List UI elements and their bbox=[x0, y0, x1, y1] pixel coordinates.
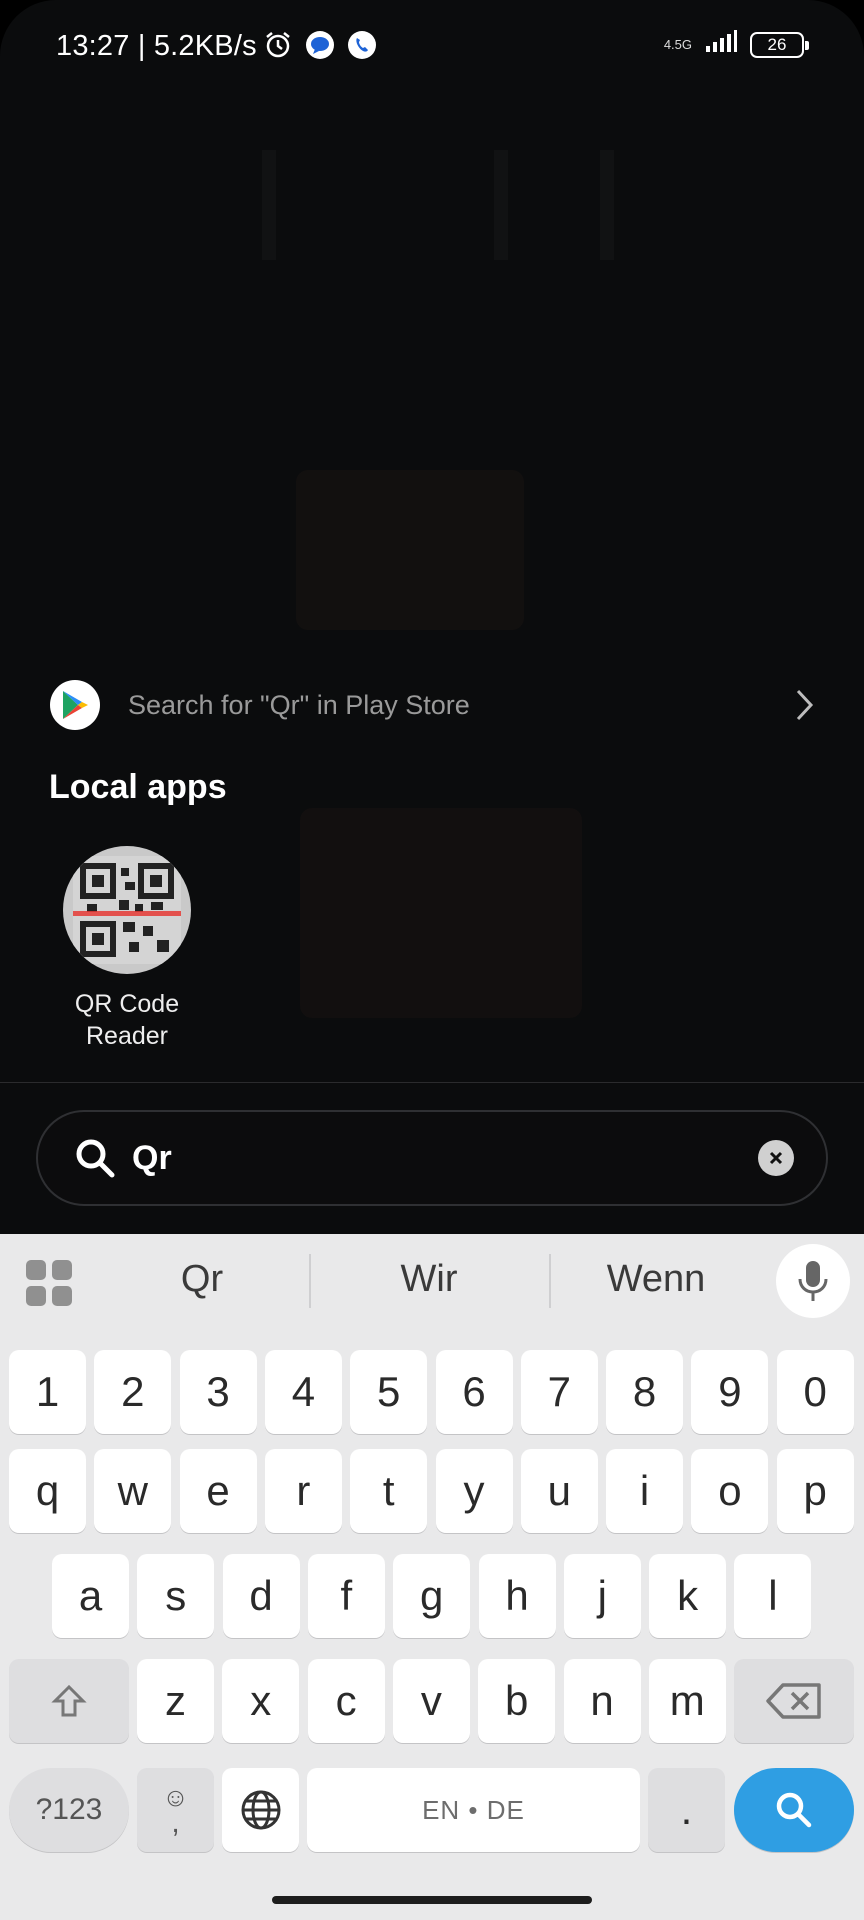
messages-icon bbox=[304, 29, 336, 61]
divider bbox=[0, 1082, 864, 1083]
key-0[interactable]: 0 bbox=[776, 1350, 854, 1434]
key-d[interactable]: d bbox=[222, 1554, 300, 1638]
symbols-key[interactable]: ?123 bbox=[9, 1768, 129, 1852]
suggestion-item[interactable]: Qr bbox=[102, 1258, 302, 1301]
language-key[interactable] bbox=[222, 1768, 299, 1852]
key-a[interactable]: a bbox=[52, 1554, 129, 1638]
search-icon bbox=[776, 1792, 812, 1828]
key-z[interactable]: z bbox=[137, 1659, 214, 1743]
comma-label: , bbox=[171, 1806, 180, 1839]
local-apps-title: Local apps bbox=[49, 768, 227, 806]
emoji-comma-key[interactable]: ☺, bbox=[137, 1768, 214, 1852]
play-store-search-text: Search for "Qr" in Play Store bbox=[128, 689, 470, 720]
key-x[interactable]: x bbox=[222, 1659, 300, 1743]
space-key[interactable]: EN • DE bbox=[307, 1768, 640, 1852]
wallpaper-decoration bbox=[296, 470, 524, 630]
chevron-right-icon bbox=[790, 685, 820, 725]
key-7[interactable]: 7 bbox=[520, 1350, 598, 1434]
keyboard: Qr Wir Wenn 1234567890 qwertyuiop asdfghjk… bbox=[0, 1234, 864, 1920]
app-qr-code-reader[interactable]: QR Code Reader bbox=[58, 846, 196, 1052]
home-indicator[interactable] bbox=[272, 1896, 592, 1904]
clear-search-button[interactable] bbox=[758, 1140, 794, 1176]
status-time: 13:27 | 5.2KB/s bbox=[56, 30, 257, 62]
divider bbox=[549, 1254, 551, 1308]
play-store-icon bbox=[50, 680, 100, 730]
key-h[interactable]: h bbox=[478, 1554, 556, 1638]
key-4[interactable]: 4 bbox=[264, 1350, 342, 1434]
key-p[interactable]: p bbox=[776, 1449, 854, 1533]
key-b[interactable]: b bbox=[478, 1659, 556, 1743]
globe-icon bbox=[241, 1790, 280, 1830]
network-label: 4.5G bbox=[663, 36, 692, 52]
wallpaper-decoration bbox=[600, 150, 614, 260]
app-label: QR Code Reader bbox=[74, 990, 180, 1050]
key-5[interactable]: 5 bbox=[350, 1350, 428, 1434]
key-g[interactable]: g bbox=[393, 1554, 471, 1638]
status-notification-icons bbox=[262, 29, 378, 61]
search-key[interactable] bbox=[734, 1768, 854, 1852]
shift-key[interactable] bbox=[9, 1659, 129, 1743]
key-s[interactable]: s bbox=[137, 1554, 215, 1638]
qr-code-reader-icon bbox=[63, 846, 191, 974]
wallpaper-decoration bbox=[300, 808, 582, 1018]
signal-icon bbox=[704, 30, 738, 59]
network-indicator: 4.5G bbox=[663, 36, 692, 52]
key-y[interactable]: y bbox=[435, 1449, 513, 1533]
key-m[interactable]: m bbox=[648, 1659, 726, 1743]
play-store-search-row[interactable]: Search for "Qr" in Play Store bbox=[50, 678, 820, 732]
key-2[interactable]: 2 bbox=[94, 1350, 172, 1434]
key-n[interactable]: n bbox=[563, 1659, 641, 1743]
key-q[interactable]: q bbox=[9, 1449, 86, 1533]
key-8[interactable]: 8 bbox=[606, 1350, 684, 1434]
key-j[interactable]: j bbox=[563, 1554, 641, 1638]
key-k[interactable]: k bbox=[649, 1554, 727, 1638]
key-9[interactable]: 9 bbox=[691, 1350, 769, 1434]
key-3[interactable]: 3 bbox=[179, 1350, 257, 1434]
period-key[interactable]: . bbox=[648, 1768, 725, 1852]
backspace-key[interactable] bbox=[734, 1659, 854, 1743]
status-system-icons: 4.5G 26 bbox=[663, 30, 809, 59]
alarm-icon bbox=[262, 29, 294, 61]
keyboard-menu-button[interactable] bbox=[26, 1260, 72, 1306]
status-bar: 13:27 | 5.2KB/s 4.5G 26 bbox=[0, 0, 864, 96]
phone-call-icon bbox=[346, 29, 378, 61]
key-c[interactable]: c bbox=[307, 1659, 385, 1743]
wallpaper-decoration bbox=[262, 150, 276, 260]
key-t[interactable]: t bbox=[350, 1449, 428, 1533]
voice-input-button[interactable] bbox=[776, 1244, 850, 1318]
battery-level: 26 bbox=[767, 34, 787, 54]
key-6[interactable]: 6 bbox=[435, 1350, 513, 1434]
battery-icon: 26 bbox=[750, 31, 809, 58]
key-o[interactable]: o bbox=[691, 1449, 769, 1533]
key-f[interactable]: f bbox=[307, 1554, 385, 1638]
microphone-icon bbox=[798, 1261, 828, 1301]
search-field[interactable]: Qr bbox=[36, 1110, 828, 1206]
suggestion-item[interactable]: Wenn bbox=[556, 1258, 756, 1301]
key-i[interactable]: i bbox=[606, 1449, 684, 1533]
key-e[interactable]: e bbox=[179, 1449, 257, 1533]
key-l[interactable]: l bbox=[734, 1554, 812, 1638]
shift-icon bbox=[51, 1684, 87, 1717]
key-w[interactable]: w bbox=[94, 1449, 172, 1533]
suggestion-bar: Qr Wir Wenn bbox=[0, 1234, 864, 1328]
key-u[interactable]: u bbox=[520, 1449, 598, 1533]
screen: 13:27 | 5.2KB/s 4.5G 26 Search for "Qr" … bbox=[0, 0, 864, 1920]
search-input[interactable]: Qr bbox=[132, 1139, 758, 1178]
suggestion-item[interactable]: Wir bbox=[329, 1258, 529, 1301]
divider bbox=[309, 1254, 311, 1308]
clear-icon bbox=[769, 1151, 783, 1165]
key-r[interactable]: r bbox=[264, 1449, 342, 1533]
backspace-icon bbox=[766, 1683, 821, 1719]
key-1[interactable]: 1 bbox=[9, 1350, 86, 1434]
search-icon bbox=[72, 1135, 118, 1181]
key-v[interactable]: v bbox=[392, 1659, 470, 1743]
wallpaper-decoration bbox=[494, 150, 508, 260]
